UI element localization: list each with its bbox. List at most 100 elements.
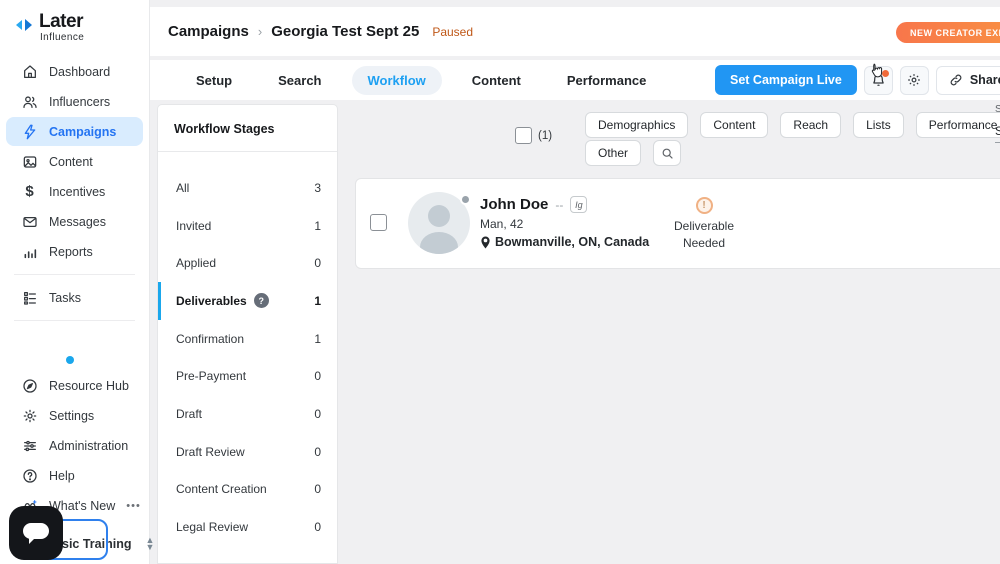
campaign-tabbar: Setup Search Workflow Content Performance Se… [150, 60, 1000, 100]
creator-name[interactable]: John Doe [480, 196, 548, 213]
stage-draft[interactable]: Draft 0 [158, 395, 337, 433]
sidebar-item-tasks[interactable]: Tasks [6, 283, 143, 312]
select-all-checkbox[interactable] [515, 127, 532, 144]
stage-count: 0 [314, 406, 321, 421]
sidebar-item-campaigns[interactable]: Campaigns [6, 117, 143, 146]
filter-chip-demographics[interactable]: Demographics [585, 112, 689, 138]
creator-location: Bowmanville, ON, Canada [495, 235, 650, 249]
new-creator-experience-button[interactable]: NEW CREATOR EXPERIENCE [896, 22, 1000, 43]
sidebar-item-settings[interactable]: Settings [6, 401, 144, 430]
filter-chip-performance[interactable]: Performance [915, 112, 1000, 138]
stage-count: 0 [314, 256, 321, 271]
stage-deliverables[interactable]: Deliverables? 1 [158, 282, 337, 320]
shareable-link-button[interactable]: Shareable Link [935, 65, 1000, 95]
main-area: Campaigns › Georgia Test Sept 25 Paused … [150, 0, 1000, 564]
compass-icon [22, 378, 37, 393]
sidebar-item-help[interactable]: Help [6, 461, 144, 490]
sidebar-item-resource-hub[interactable]: Resource Hub [6, 371, 144, 400]
status-line-1: Deliverable [673, 219, 735, 233]
alert-circle-icon: ! [695, 197, 713, 214]
creator-row[interactable]: John Doe -- Ig Man, 42 Bowmanville, ON, … [355, 178, 1000, 269]
notifications-button[interactable] [863, 63, 893, 95]
sort-label: Sort [995, 104, 1000, 115]
stage-count: 0 [314, 444, 321, 459]
stage-count: 0 [314, 369, 321, 384]
divider [14, 274, 135, 275]
envelope-icon [22, 216, 37, 227]
filter-chip-reach[interactable]: Reach [780, 112, 842, 138]
status-line-2: Needed [682, 236, 726, 250]
help-badge-icon[interactable]: ? [253, 293, 269, 309]
tab-workflow[interactable]: Workflow [351, 65, 442, 95]
sort-control: Sort Stage Join D... ▼ ↓ ⟳ [995, 104, 1000, 143]
sidebar-item-messages[interactable]: Messages [6, 207, 143, 236]
instagram-badge-icon: Ig [570, 196, 588, 213]
presence-dot [460, 194, 471, 205]
sort-value: Stage Join D... [995, 124, 1000, 138]
dollar-icon: $ [25, 183, 34, 200]
stage-pre-payment[interactable]: Pre-Payment 0 [158, 357, 337, 395]
more-icon[interactable]: ••• [126, 500, 141, 512]
sidebar-item-reports[interactable]: Reports [6, 237, 143, 266]
stage-draft-review[interactable]: Draft Review 0 [158, 433, 337, 471]
sidebar-item-content[interactable]: Content [6, 147, 143, 176]
app-logo[interactable]: Later Influence [0, 0, 149, 49]
tab-content[interactable]: Content [456, 66, 537, 95]
bolt-icon [24, 124, 35, 139]
workflow-stages-panel: Workflow Stages All 3 Invited 1 Applied 0 Deli… [157, 104, 338, 564]
status-badge: Paused [432, 24, 474, 39]
campaign-settings-button[interactable] [899, 65, 929, 95]
stage-count: 1 [314, 293, 321, 308]
divider [14, 320, 135, 321]
tab-setup[interactable]: Setup [180, 66, 248, 95]
filter-chip-lists[interactable]: Lists [853, 112, 904, 138]
chat-launcher-button[interactable] [9, 506, 63, 560]
brand-sub: Influence [40, 32, 85, 43]
search-icon [662, 148, 673, 159]
filter-chip-other[interactable]: Other [585, 140, 642, 166]
chevron-updown-icon[interactable]: ▲ ▼ [145, 536, 154, 552]
sidebar-nav: Dashboard Influencers Campaigns Content $ Inc… [0, 57, 149, 266]
breadcrumb-separator: › [257, 24, 263, 39]
stage-all[interactable]: All 3 [158, 169, 337, 207]
brand-name: Later [39, 11, 83, 32]
sidebar-item-incentives[interactable]: $ Incentives [6, 177, 143, 206]
divider [158, 151, 337, 152]
search-filter-button[interactable] [653, 140, 682, 166]
filter-chip-content[interactable]: Content [700, 112, 769, 138]
notification-dot [66, 356, 74, 364]
selected-count: (1) [538, 130, 553, 142]
sliders-icon [23, 440, 36, 451]
stage-legal-review[interactable]: Legal Review 0 [158, 508, 337, 546]
link-icon [950, 74, 962, 86]
stage-count: 3 [314, 180, 321, 195]
tab-search[interactable]: Search [262, 66, 337, 95]
stage-applied[interactable]: Applied 0 [158, 244, 337, 282]
stage-count: 1 [314, 331, 321, 346]
stage-count: 0 [314, 520, 321, 535]
shareable-link-label: Shareable Link [969, 73, 1000, 87]
sort-select[interactable]: Stage Join D... ▼ [995, 124, 1000, 143]
sidebar-item-dashboard[interactable]: Dashboard [6, 57, 143, 86]
gear-icon [23, 409, 36, 422]
stage-content-creation[interactable]: Content Creation 0 [158, 471, 337, 509]
page-header: Campaigns › Georgia Test Sept 25 Paused … [150, 7, 1000, 56]
creator-checkbox[interactable] [370, 214, 387, 231]
stage-invited[interactable]: Invited 1 [158, 207, 337, 245]
gear-icon [908, 74, 921, 86]
stage-confirmation[interactable]: Confirmation 1 [158, 320, 337, 358]
deliverable-status: ! Deliverable Needed [666, 197, 742, 252]
people-icon [22, 95, 37, 108]
chat-bubble-icon [23, 523, 49, 544]
home-icon [23, 64, 36, 78]
later-logo-icon [16, 19, 32, 31]
page-title: Georgia Test Sept 25 [271, 23, 420, 40]
set-campaign-live-button[interactable]: Set Campaign Live [715, 65, 857, 95]
location-pin-icon [481, 236, 490, 248]
breadcrumb-root[interactable]: Campaigns [168, 23, 249, 40]
sidebar-item-administration[interactable]: Administration [6, 431, 144, 460]
tab-performance[interactable]: Performance [551, 66, 662, 95]
mouse-cursor-icon [871, 63, 882, 77]
sidebar-item-influencers[interactable]: Influencers [6, 87, 143, 116]
chart-icon [24, 248, 36, 258]
